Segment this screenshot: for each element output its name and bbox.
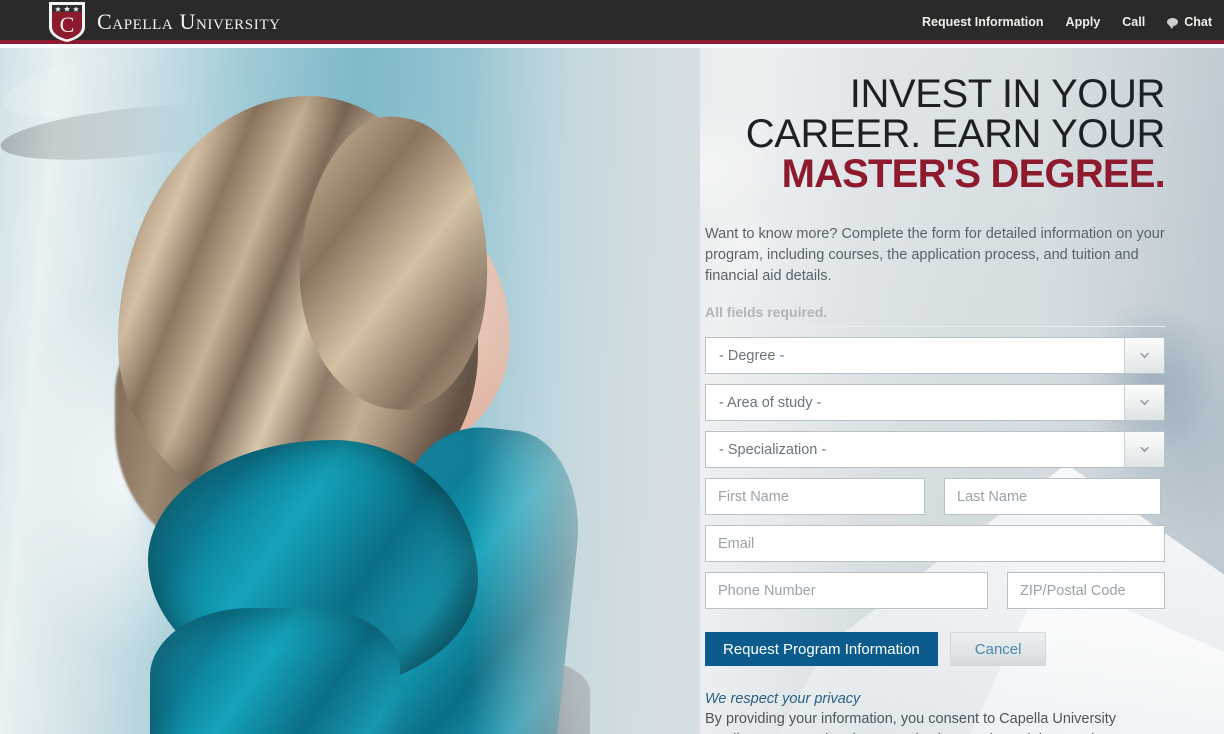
- chevron-down-icon: [1139, 400, 1150, 406]
- headline-line-2: CAREER. EARN YOUR: [745, 112, 1166, 156]
- privacy-title: We respect your privacy: [705, 691, 861, 707]
- nav-request-information[interactable]: Request Information: [922, 15, 1044, 29]
- chevron-down-icon: [1139, 353, 1150, 359]
- site-header: C Capella University Request Information…: [0, 0, 1224, 44]
- hero-section: INVEST IN YOUR CAREER. EARN YOUR MASTER'…: [0, 48, 1224, 734]
- headline-line-1: INVEST IN YOUR: [849, 72, 1166, 116]
- capella-shield-icon: C: [49, 2, 85, 42]
- intro-paragraph: Want to know more? Complete the form for…: [705, 226, 1165, 284]
- degree-select-arrow[interactable]: [1124, 338, 1164, 373]
- headline-accent: MASTER'S DEGREE.: [781, 152, 1166, 196]
- area-of-study-select-value: - Area of study -: [719, 394, 822, 411]
- subject-edge-fade: [470, 48, 700, 734]
- nav-request-information-label: Request Information: [922, 15, 1044, 29]
- cancel-button[interactable]: Cancel: [949, 632, 1047, 666]
- name-row: [705, 478, 1165, 515]
- privacy-body: By providing your information, you conse…: [705, 711, 1122, 734]
- request-program-information-button[interactable]: Request Program Information: [705, 632, 938, 666]
- program-information-form: - Degree - - Area of study - - Specializ…: [705, 337, 1165, 666]
- nav-call[interactable]: Call: [1122, 15, 1145, 29]
- lead-capture-panel: INVEST IN YOUR CAREER. EARN YOUR MASTER'…: [705, 48, 1166, 734]
- degree-row: - Degree -: [705, 337, 1165, 374]
- brand-logo[interactable]: C Capella University: [48, 0, 281, 44]
- area-of-study-select-arrow[interactable]: [1124, 385, 1164, 420]
- nav-chat-label: Chat: [1184, 15, 1212, 29]
- first-name-input[interactable]: [705, 478, 925, 515]
- chevron-down-icon: [1139, 447, 1150, 453]
- header-nav: Request Information Apply Call Chat: [922, 0, 1212, 44]
- page-title: INVEST IN YOUR CAREER. EARN YOUR MASTER'…: [705, 48, 1166, 196]
- privacy-notice: We respect your privacy By providing you…: [705, 691, 1165, 734]
- brand-name: Capella University: [97, 9, 281, 34]
- nav-chat[interactable]: Chat: [1167, 15, 1212, 29]
- phone-zip-row: [705, 572, 1165, 609]
- area-of-study-row: - Area of study -: [705, 384, 1165, 421]
- hero-subject-photo: [0, 48, 700, 734]
- nav-call-label: Call: [1122, 15, 1146, 29]
- specialization-select[interactable]: - Specialization -: [705, 431, 1165, 468]
- area-of-study-select[interactable]: - Area of study -: [705, 384, 1165, 421]
- degree-select[interactable]: - Degree -: [705, 337, 1165, 374]
- phone-input[interactable]: [705, 572, 988, 609]
- svg-text:C: C: [60, 12, 75, 37]
- specialization-select-value: - Specialization -: [719, 441, 827, 458]
- all-fields-required-note: All fields required.: [705, 304, 828, 320]
- form-divider: [705, 326, 1165, 327]
- nav-apply[interactable]: Apply: [1066, 15, 1101, 29]
- zip-input[interactable]: [1007, 572, 1165, 609]
- specialization-row: - Specialization -: [705, 431, 1165, 468]
- last-name-input[interactable]: [944, 478, 1161, 515]
- email-row: [705, 525, 1165, 562]
- subject-scarf-tail: [150, 608, 400, 734]
- degree-select-value: - Degree -: [719, 347, 785, 364]
- form-actions: Request Program Information Cancel: [705, 632, 1165, 666]
- email-input[interactable]: [705, 525, 1165, 562]
- nav-apply-label: Apply: [1065, 15, 1101, 29]
- specialization-select-arrow[interactable]: [1124, 432, 1164, 467]
- chat-bubble-icon: [1167, 18, 1179, 29]
